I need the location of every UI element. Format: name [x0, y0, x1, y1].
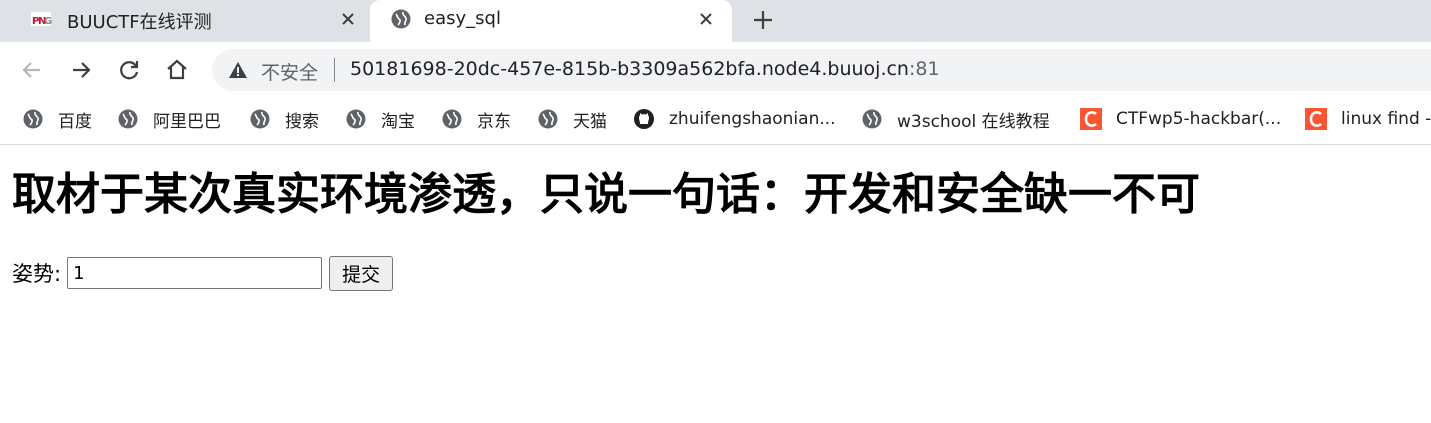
globe-icon: [390, 8, 412, 29]
forward-arrow-icon[interactable]: [67, 56, 95, 84]
url-text[interactable]: 50181698-20dc-457e-815b-b3309a562bfa.nod…: [350, 58, 940, 80]
csdn-icon: [1080, 108, 1102, 130]
bookmark-label: 淘宝: [381, 111, 415, 132]
tab-strip: P N G BUUCTF在线评测 easy_sql: [0, 0, 1431, 42]
svg-text:G: G: [44, 16, 52, 27]
tab-title: easy_sql: [424, 8, 501, 29]
bookmark-item[interactable]: 搜索: [249, 107, 319, 132]
home-icon[interactable]: [163, 56, 191, 84]
bookmark-item[interactable]: zhuifengshaonian...: [633, 107, 836, 131]
globe-icon: [861, 108, 883, 130]
injection-form: 姿势: 提交: [12, 255, 394, 291]
browser-toolbar: 不安全 50181698-20dc-457e-815b-b3309a562bfa…: [0, 42, 1431, 98]
bookmark-label: 京东: [477, 111, 511, 132]
query-input[interactable]: [67, 257, 323, 289]
bookmark-item[interactable]: 淘宝: [345, 107, 415, 132]
globe-icon: [117, 108, 139, 130]
tab-title: BUUCTF在线评测: [67, 12, 212, 33]
csdn-icon: [1305, 108, 1327, 130]
bookmark-item[interactable]: linux find -: [1305, 107, 1431, 131]
bookmark-item[interactable]: 天猫: [537, 107, 607, 132]
bookmark-label: 百度: [58, 111, 92, 132]
bookmarks-bar: 百度 阿里巴巴 搜索 淘宝 京东 天猫 zhuifengshaonian... …: [0, 98, 1431, 145]
bookmark-label: CTFwp5-hackbar(...: [1116, 109, 1282, 129]
bookmark-item[interactable]: 阿里巴巴: [117, 107, 221, 132]
url-host: 50181698-20dc-457e-815b-b3309a562bfa.nod…: [350, 58, 909, 80]
globe-icon: [22, 108, 44, 130]
new-tab-plus-icon[interactable]: [751, 8, 775, 32]
globe-icon: [345, 108, 367, 130]
bookmark-item[interactable]: 百度: [22, 107, 92, 132]
close-icon[interactable]: [338, 9, 358, 29]
globe-icon: [441, 108, 463, 130]
bookmark-label: w3school 在线教程: [897, 111, 1050, 132]
bookmark-item[interactable]: 京东: [441, 107, 511, 132]
bookmark-item[interactable]: w3school 在线教程: [861, 107, 1050, 132]
reload-icon[interactable]: [115, 56, 143, 84]
globe-icon: [249, 108, 271, 130]
buuctf-logo-icon: P N G: [30, 9, 52, 29]
bookmark-item[interactable]: CTFwp5-hackbar(...: [1080, 107, 1281, 131]
tab-buuctf[interactable]: P N G BUUCTF在线评测: [0, 0, 370, 42]
bookmark-label: 搜索: [285, 111, 319, 132]
bookmark-label: 天猫: [573, 111, 607, 132]
bookmark-label: linux find -: [1341, 109, 1431, 129]
security-status-label[interactable]: 不安全: [261, 58, 318, 85]
address-divider: [334, 58, 335, 82]
bookmark-label: 阿里巴巴: [153, 111, 221, 132]
page-heading: 取材于某次真实环境渗透，只说一句话：开发和安全缺一不可: [12, 169, 1200, 220]
url-port: :81: [908, 58, 940, 80]
address-bar[interactable]: 不安全 50181698-20dc-457e-815b-b3309a562bfa…: [212, 49, 1431, 91]
globe-icon: [537, 108, 559, 130]
github-icon: [633, 108, 655, 130]
input-label: 姿势:: [12, 262, 62, 286]
bookmark-label: zhuifengshaonian...: [669, 109, 836, 129]
tab-easy-sql[interactable]: easy_sql: [370, 0, 732, 42]
submit-button[interactable]: 提交: [329, 255, 394, 291]
back-arrow-icon[interactable]: [18, 56, 46, 84]
warning-triangle-icon[interactable]: [228, 61, 248, 79]
close-icon[interactable]: [696, 9, 716, 29]
